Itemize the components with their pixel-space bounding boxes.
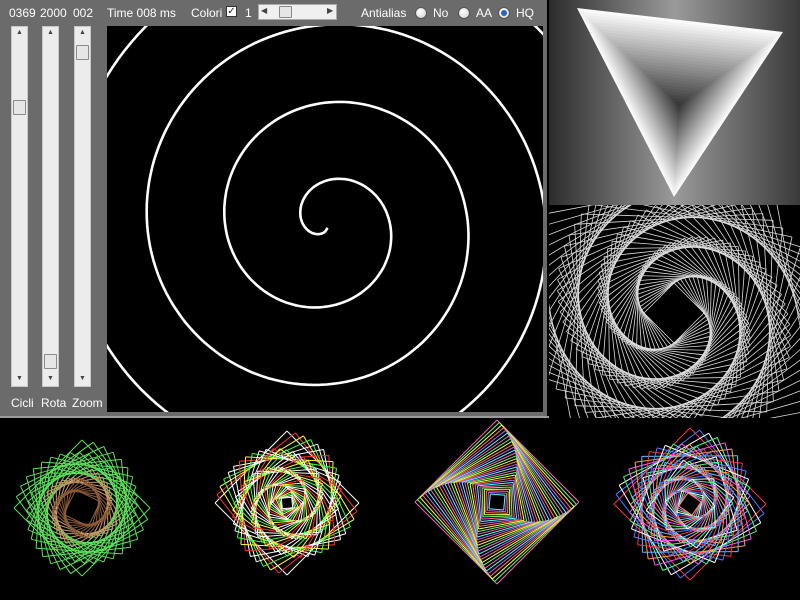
colori-scrollbar[interactable]: ◀ ▶ <box>258 4 337 20</box>
spiral-canvas[interactable] <box>107 26 543 412</box>
string-art-preview <box>549 205 800 418</box>
arrow-right-icon[interactable]: ▶ <box>327 6 333 15</box>
arrow-down-icon[interactable]: ▼ <box>43 373 58 385</box>
check-icon: ✓ <box>227 6 236 17</box>
rota-slider[interactable]: ▲ ▼ <box>42 26 59 387</box>
radio-hq[interactable] <box>498 7 510 19</box>
zoom-value: 002 <box>73 6 94 20</box>
triangle-gradient-preview <box>549 0 800 205</box>
arrow-left-icon[interactable]: ◀ <box>261 6 267 15</box>
pattern-thumbnails <box>0 418 800 600</box>
rota-label: Rota <box>41 396 67 410</box>
cicli-value: 0369 <box>9 6 36 20</box>
colori-scroll-thumb[interactable] <box>279 6 292 18</box>
radio-aa-label: AA <box>476 6 493 20</box>
cicli-slider-thumb[interactable] <box>13 100 26 115</box>
colori-count: 1 <box>245 6 252 20</box>
render-time: Time 008 ms <box>107 6 176 20</box>
rota-value: 2000 <box>40 6 67 20</box>
cicli-label: Cicli <box>11 396 34 410</box>
colori-label: Colori <box>191 6 223 20</box>
zoom-slider-thumb[interactable] <box>76 45 89 60</box>
radio-hq-label: HQ <box>516 6 534 20</box>
cicli-slider[interactable]: ▲ ▼ <box>11 26 28 387</box>
radio-aa[interactable] <box>458 7 470 19</box>
zoom-label: Zoom <box>72 396 103 410</box>
arrow-up-icon[interactable]: ▲ <box>43 27 58 39</box>
arrow-up-icon[interactable]: ▲ <box>75 27 90 39</box>
arrow-up-icon[interactable]: ▲ <box>12 27 27 39</box>
radio-no-label: No <box>433 6 449 20</box>
zoom-slider[interactable]: ▲ ▼ <box>74 26 91 387</box>
antialias-label: Antialias <box>361 6 407 20</box>
radio-no[interactable] <box>415 7 427 19</box>
rota-slider-thumb[interactable] <box>44 354 57 369</box>
colori-checkbox[interactable]: ✓ <box>226 6 237 17</box>
arrow-down-icon[interactable]: ▼ <box>75 373 90 385</box>
arrow-down-icon[interactable]: ▼ <box>12 373 27 385</box>
